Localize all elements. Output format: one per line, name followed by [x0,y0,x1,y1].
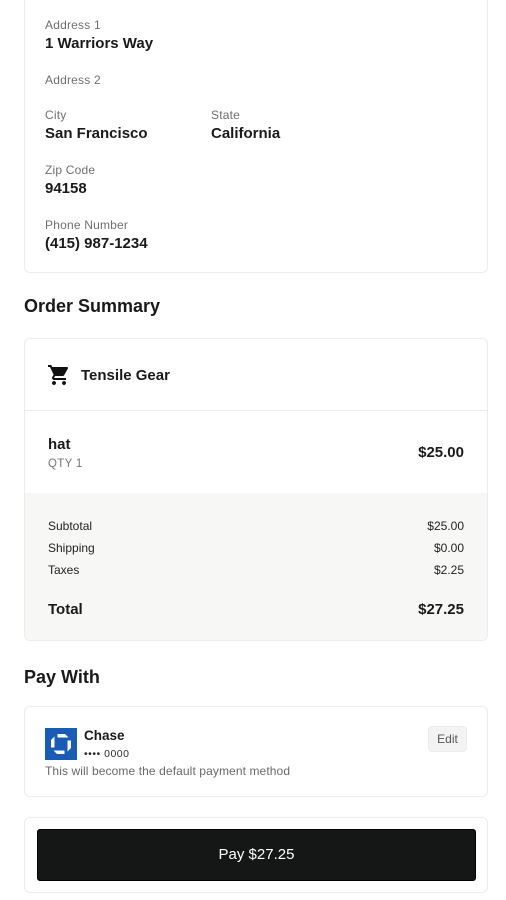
order-summary-title: Order Summary [24,296,161,316]
phone-label: Phone Number [45,218,129,232]
address1-field: Address 1 1 Warriors Way [45,18,153,53]
item-name: hat [48,436,71,453]
cart-icon [48,365,69,385]
zip-value: 94158 [45,180,87,197]
pay-button-container: Pay $27.25 [24,817,488,893]
totals-section: Subtotal $25.00 Shipping $0.00 Taxes $2.… [25,493,487,640]
city-value: San Francisco [45,125,148,142]
address1-label: Address 1 [45,18,101,32]
total-label: Total [48,601,83,618]
state-label: State [211,108,241,122]
phone-field: Phone Number (415) 987-1234 [45,218,148,253]
state-field: State California [211,108,280,143]
payment-method-card[interactable]: Chase •••• 0000 This will become the def… [24,706,488,797]
item-price: $25.00 [418,444,464,461]
zip-field: Zip Code 94158 [45,163,95,198]
subtotal-value: $25.00 [427,519,464,533]
item-quantity: QTY 1 [48,458,83,470]
card-number: •••• 0000 [84,748,130,760]
taxes-label: Taxes [48,563,80,577]
taxes-value: $2.25 [433,563,464,577]
phone-value: (415) 987-1234 [45,235,148,252]
pay-with-title: Pay With [24,667,100,687]
order-item-row: hat QTY 1 $25.00 [25,411,487,493]
city-field: City San Francisco [45,108,148,143]
address2-field: Address 2 [45,73,101,90]
taxes-row: Taxes $2.25 [48,563,464,577]
shipping-label: Shipping [48,541,95,555]
store-name: Tensile Gear [81,367,170,384]
zip-label: Zip Code [45,163,96,177]
shipping-value: $0.00 [433,541,464,555]
order-summary-card: Tensile Gear hat QTY 1 $25.00 Subtotal $… [24,338,488,641]
store-row: Tensile Gear [25,339,487,411]
shipping-row: Shipping $0.00 [48,541,464,555]
address1-value: 1 Warriors Way [45,35,154,52]
total-row: Total $27.25 [48,601,464,619]
state-value: California [211,125,281,142]
edit-payment-button[interactable]: Edit [428,726,467,752]
pay-button[interactable]: Pay $27.25 [37,829,476,881]
total-value: $27.25 [418,601,464,618]
address2-label: Address 2 [45,73,101,87]
shipping-address-card: Address 1 1 Warriors Way Address 2 City … [24,0,488,273]
subtotal-label: Subtotal [48,519,93,533]
default-payment-note: This will become the default payment met… [45,764,291,778]
city-label: City [45,108,67,122]
bank-name: Chase [84,728,125,743]
chase-logo-icon [45,728,77,760]
subtotal-row: Subtotal $25.00 [48,519,464,533]
